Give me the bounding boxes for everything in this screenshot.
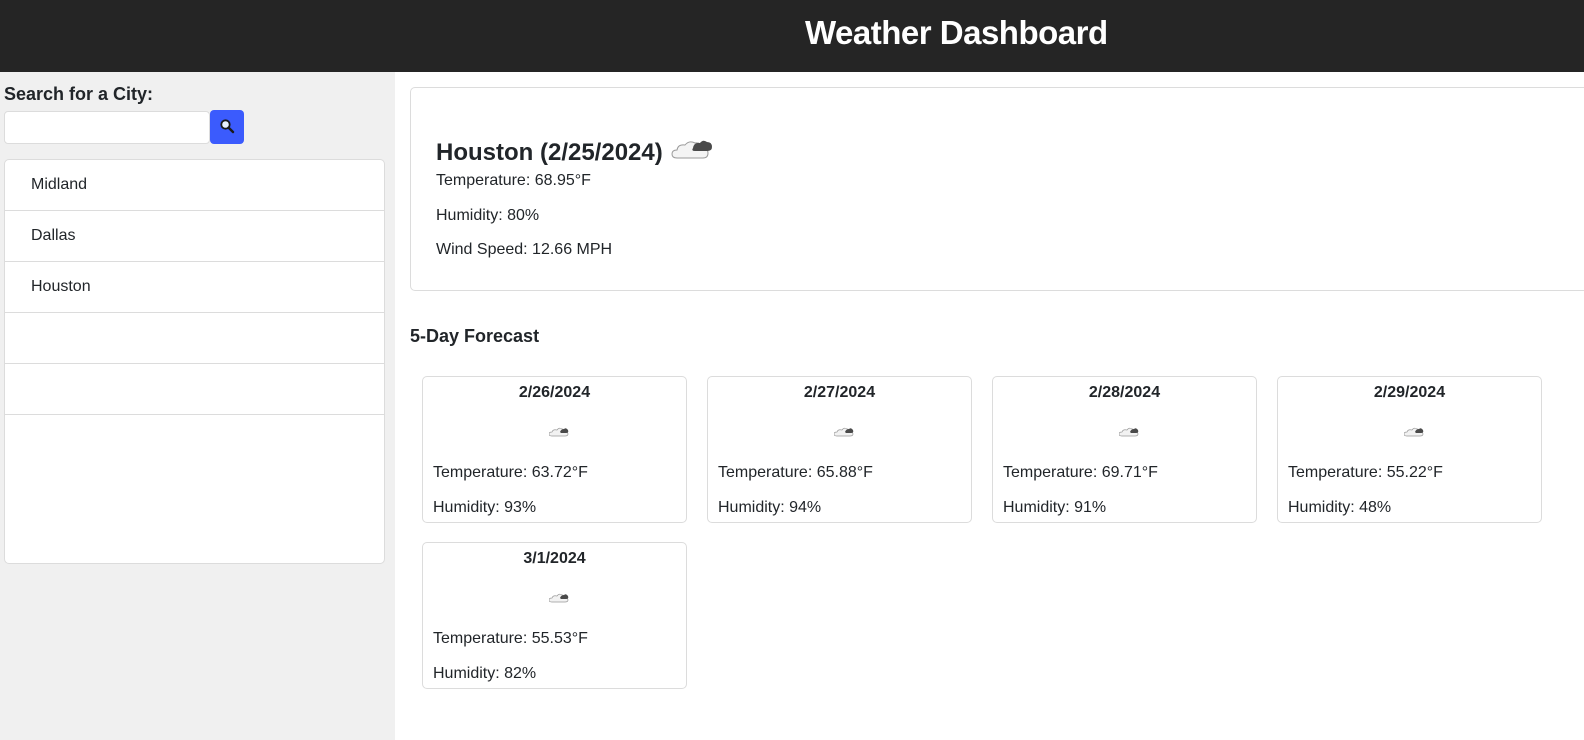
forecast-heading: 5-Day Forecast — [410, 326, 540, 346]
forecast-temperature: Temperature: 63.72°F — [433, 464, 588, 481]
history-item[interactable]: Houston — [5, 262, 384, 313]
main-content: Houston (2/25/2024) Temperature: 68.95°F… — [395, 72, 1584, 740]
search-button[interactable] — [210, 110, 244, 144]
forecast-humidity: Humidity: 94% — [718, 499, 822, 516]
page-title: Weather Dashboard — [805, 14, 1108, 51]
forecast-card: 2/27/2024 Temperature: 65.88°F Humidity:… — [707, 376, 972, 523]
forecast-humidity: Humidity: 82% — [433, 665, 537, 682]
current-weather-card: Houston (2/25/2024) Temperature: 68.95°F… — [410, 87, 1584, 291]
forecast-card: 2/29/2024 Temperature: 55.22°F Humidity:… — [1277, 376, 1542, 523]
forecast-temperature: Temperature: 55.53°F — [433, 630, 588, 647]
forecast-card: 2/28/2024 Temperature: 69.71°F Humidity:… — [992, 376, 1257, 523]
forecast-humidity: Humidity: 48% — [1288, 499, 1392, 516]
forecast-temperature: Temperature: 65.88°F — [718, 464, 873, 481]
history-item[interactable] — [5, 313, 384, 364]
history-item[interactable] — [5, 364, 384, 415]
sidebar: Search for a City: Midland Dallas Housto… — [0, 72, 395, 740]
cloud-icon — [833, 425, 854, 443]
forecast-date: 2/28/2024 — [1088, 384, 1161, 401]
search-icon — [219, 118, 235, 137]
forecast-card: 3/1/2024 Temperature: 55.53°F Humidity: … — [422, 542, 687, 689]
forecast-temperature: Temperature: 55.22°F — [1288, 464, 1443, 481]
current-wind-speed: Wind Speed: 12.66 MPH — [436, 241, 613, 258]
cloud-icon — [548, 425, 569, 443]
forecast-date: 2/26/2024 — [518, 384, 591, 401]
forecast-humidity: Humidity: 91% — [1003, 499, 1107, 516]
forecast-card: 2/26/2024 Temperature: 63.72°F Humidity:… — [422, 376, 687, 523]
forecast-date: 2/27/2024 — [803, 384, 876, 401]
cloud-icon — [671, 136, 713, 169]
search-label: Search for a City: — [4, 84, 154, 104]
current-temperature: Temperature: 68.95°F — [436, 172, 591, 189]
current-humidity: Humidity: 80% — [436, 207, 540, 224]
city-search-input[interactable] — [4, 111, 210, 144]
current-weather-title: Houston (2/25/2024) — [436, 136, 713, 169]
cloud-icon — [548, 591, 569, 609]
forecast-date: 2/29/2024 — [1373, 384, 1446, 401]
app-header: Weather Dashboard — [0, 0, 1584, 72]
search-history-list: Midland Dallas Houston — [4, 159, 385, 564]
history-item[interactable]: Midland — [5, 160, 384, 211]
forecast-temperature: Temperature: 69.71°F — [1003, 464, 1158, 481]
cloud-icon — [1118, 425, 1139, 443]
forecast-date: 3/1/2024 — [523, 550, 586, 567]
current-city-date: Houston (2/25/2024) — [436, 138, 663, 166]
cloud-icon — [1403, 425, 1424, 443]
history-item[interactable]: Dallas — [5, 211, 384, 262]
forecast-humidity: Humidity: 93% — [433, 499, 537, 516]
